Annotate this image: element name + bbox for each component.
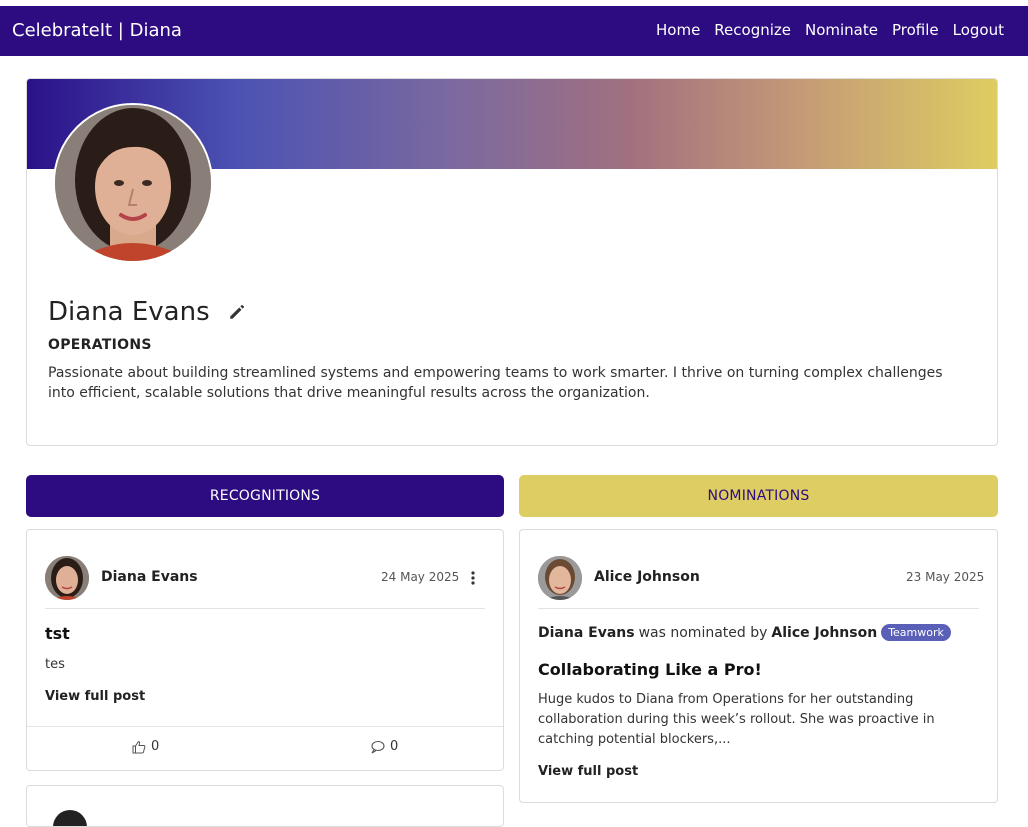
comment-button[interactable]: 0	[370, 739, 398, 754]
edit-pencil-icon[interactable]	[228, 303, 246, 321]
post-author-avatar	[45, 556, 89, 600]
nav-home[interactable]: Home	[656, 21, 700, 39]
profile-avatar	[53, 103, 213, 263]
nomination-author-name[interactable]: Alice Johnson	[594, 569, 700, 585]
next-recognition-card	[26, 785, 504, 827]
nomination-card: Alice Johnson 23 May 2025 Diana Evans wa…	[519, 529, 998, 803]
nav-nominate[interactable]: Nominate	[805, 21, 878, 39]
like-button[interactable]: 0	[132, 739, 159, 754]
post-divider	[45, 608, 485, 609]
category-badge: Teamwork	[881, 624, 951, 641]
view-full-post-link[interactable]: View full post	[45, 689, 145, 704]
nav-links: Home Recognize Nominate Profile Logout	[656, 21, 1004, 39]
profile-department: OPERATIONS	[48, 337, 152, 353]
nominator-name[interactable]: Alice Johnson	[771, 625, 877, 641]
recognition-card: Diana Evans 24 May 2025 tst tes View ful…	[26, 529, 504, 771]
nav-profile[interactable]: Profile	[892, 21, 939, 39]
profile-bio: Passionate about building streamlined sy…	[48, 365, 943, 401]
nominator-avatar	[538, 556, 582, 600]
profile-name: Diana Evans	[48, 297, 210, 327]
post-body: tes	[45, 657, 65, 672]
profile-card: Diana Evans OPERATIONS Passionate about …	[26, 78, 998, 446]
comment-count: 0	[390, 739, 399, 754]
nominee-name[interactable]: Diana Evans	[538, 625, 635, 641]
tab-recognitions[interactable]: RECOGNITIONS	[26, 475, 504, 517]
nomination-body: Huge kudos to Diana from Operations for …	[538, 692, 935, 747]
comment-icon	[371, 740, 385, 753]
brand-logo[interactable]: CelebrateIt | Diana	[12, 20, 182, 41]
view-full-nomination-link[interactable]: View full post	[538, 764, 638, 779]
navbar: CelebrateIt | Diana Home Recognize Nomin…	[0, 6, 1028, 56]
post-date: 24 May 2025	[381, 570, 460, 584]
thumbs-up-icon	[132, 740, 146, 753]
nav-logout[interactable]: Logout	[953, 21, 1004, 39]
tab-nominations[interactable]: NOMINATIONS	[519, 475, 998, 517]
nomination-connector: was nominated by	[638, 624, 768, 641]
next-post-avatar	[53, 810, 87, 826]
nomination-title: Collaborating Like a Pro!	[538, 660, 762, 679]
nomination-summary: Diana Evans was nominated by Alice Johns…	[538, 624, 951, 641]
post-footer-divider	[27, 726, 503, 727]
profile-name-row: Diana Evans	[48, 297, 246, 327]
post-title: tst	[45, 624, 70, 643]
nomination-divider	[538, 608, 979, 609]
more-options-icon[interactable]	[469, 571, 477, 585]
nav-recognize[interactable]: Recognize	[714, 21, 791, 39]
post-author-name[interactable]: Diana Evans	[101, 569, 198, 585]
like-count: 0	[151, 739, 160, 754]
nomination-date: 23 May 2025	[906, 570, 985, 584]
